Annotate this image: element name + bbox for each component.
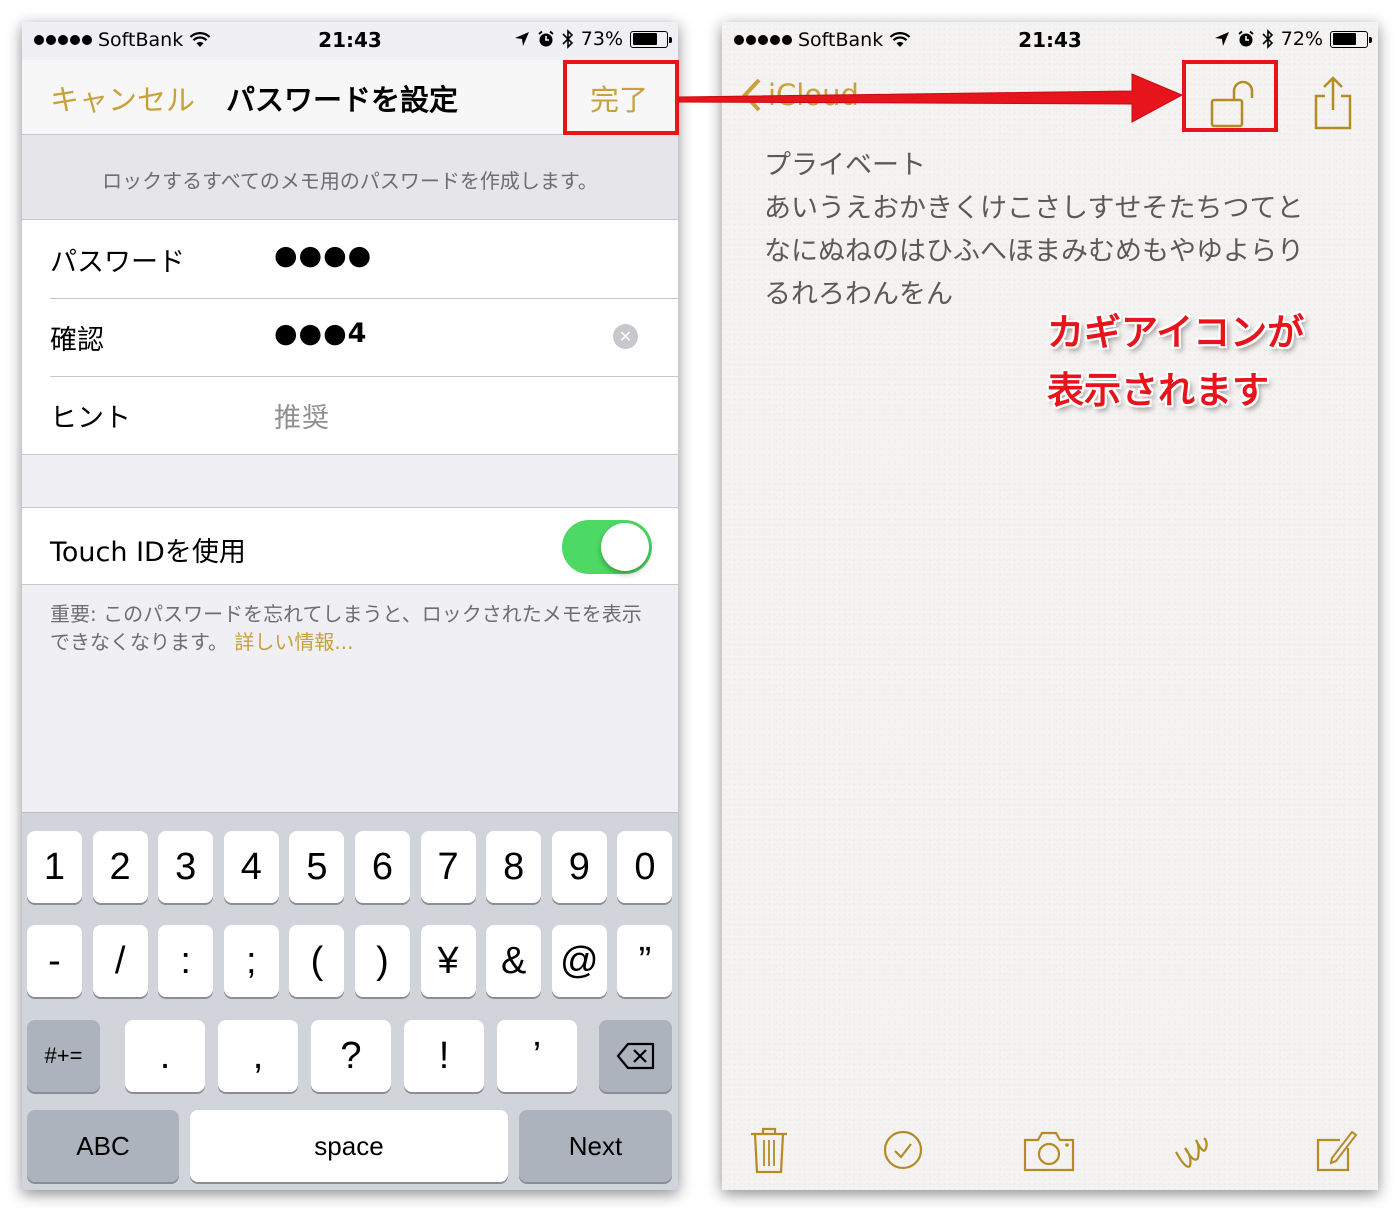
note-screen: SoftBank 21:43 72% iCloud プライベート あいうえおかき…	[722, 22, 1378, 1190]
compose-icon[interactable]	[1312, 1126, 1358, 1174]
warning-note: 重要: このパスワードを忘れてしまうと、ロックされたメモを表示できなくなります。…	[50, 600, 650, 656]
back-button[interactable]: iCloud	[742, 78, 859, 112]
learn-more-link[interactable]: 詳しい情報...	[234, 630, 353, 654]
backspace-icon	[616, 1042, 654, 1070]
bluetooth-icon	[1262, 29, 1273, 49]
symbols-toggle-key[interactable]: #+=	[27, 1020, 100, 1092]
password-field[interactable]: ●●●●	[274, 240, 372, 271]
navigation-bar: iCloud	[722, 60, 1378, 135]
bluetooth-icon	[562, 29, 573, 49]
note-content[interactable]: プライベート あいうえおかきくけこさしすせそたちつてと なにぬねのはひふへほまみ…	[764, 144, 1344, 316]
annotation-callout: カギアイコンが 表示されます	[1047, 304, 1304, 420]
share-icon[interactable]	[1310, 74, 1356, 132]
key-symbol-8[interactable]: @	[551, 925, 607, 997]
alarm-icon	[1238, 30, 1254, 47]
key-6[interactable]: 7	[420, 831, 476, 903]
status-right: 73%	[514, 28, 672, 50]
hint-row[interactable]: ヒント 推奨	[22, 376, 678, 454]
lock-highlight-box	[1182, 60, 1278, 132]
battery-fill	[1332, 33, 1357, 45]
annotation-line-2: 表示されます	[1047, 369, 1269, 412]
trash-icon[interactable]	[746, 1126, 792, 1174]
backspace-key[interactable]	[599, 1020, 672, 1092]
status-right: 72%	[1214, 28, 1372, 50]
key-1[interactable]: 2	[92, 831, 148, 903]
battery-percent: 72%	[1280, 28, 1323, 50]
checklist-icon[interactable]	[880, 1126, 926, 1174]
done-highlight-box	[563, 60, 679, 135]
section-description: ロックするすべてのメモ用のパスワードを作成します。	[22, 135, 678, 220]
hint-label: ヒント	[50, 403, 131, 434]
annotation-line-1: カギアイコンが	[1047, 311, 1305, 354]
verify-field[interactable]: ●●●4	[274, 318, 367, 349]
battery-fill	[632, 33, 657, 45]
verify-label: 確認	[50, 325, 104, 356]
key-symbol-3[interactable]: ;	[223, 925, 279, 997]
location-icon	[514, 32, 529, 46]
space-key[interactable]: space	[190, 1110, 508, 1182]
chevron-left-icon	[742, 78, 761, 112]
key-symbol-2[interactable]: :	[158, 925, 214, 997]
key-2[interactable]: 3	[158, 831, 214, 903]
key-punct-3[interactable]: !	[404, 1020, 484, 1092]
key-punct-0[interactable]: .	[125, 1020, 205, 1092]
toggle-knob	[601, 523, 649, 571]
location-icon	[1214, 32, 1229, 46]
status-bar: SoftBank 21:43 73%	[22, 22, 678, 60]
sketch-icon[interactable]	[1170, 1126, 1216, 1174]
password-form: パスワード ●●●● 確認 ●●●4 ✕ ヒント 推奨	[22, 220, 678, 455]
touch-id-toggle[interactable]	[562, 520, 652, 574]
status-bar: SoftBank 21:43 72%	[722, 22, 1378, 60]
hint-field[interactable]: 推奨	[274, 396, 330, 435]
battery-icon	[630, 30, 672, 48]
password-label: パスワード	[50, 247, 185, 278]
battery-icon	[1330, 30, 1372, 48]
clear-text-icon[interactable]: ✕	[613, 324, 638, 349]
key-9[interactable]: 0	[617, 831, 673, 903]
note-line: あいうえおかきくけこさしすせそたちつてと	[764, 193, 1304, 224]
key-symbol-6[interactable]: ¥	[420, 925, 476, 997]
key-punct-1[interactable]: ,	[218, 1020, 298, 1092]
battery-percent: 73%	[580, 28, 623, 50]
password-row[interactable]: パスワード ●●●●	[22, 220, 678, 298]
note-line: なにぬねのはひふへほまみむめもやゆよらり	[764, 236, 1304, 267]
key-punct-4[interactable]: ’	[497, 1020, 577, 1092]
touch-id-row: Touch IDを使用	[22, 507, 678, 585]
key-symbol-5[interactable]: )	[355, 925, 410, 997]
key-5[interactable]: 6	[355, 831, 410, 903]
key-3[interactable]: 4	[223, 831, 279, 903]
key-symbol-7[interactable]: &	[486, 925, 542, 997]
abc-key[interactable]: ABC	[27, 1110, 179, 1182]
key-0[interactable]: 1	[27, 831, 82, 903]
key-symbol-0[interactable]: -	[27, 925, 82, 997]
key-7[interactable]: 8	[486, 831, 542, 903]
keyboard: 1 2 3 4 5 6 7 8 9 0 - /:;() ¥ & @” #+=.,?!’ ABC space Next	[22, 812, 678, 1190]
touch-id-label: Touch IDを使用	[50, 537, 246, 568]
back-label: iCloud	[768, 78, 859, 112]
key-symbol-9[interactable]: ”	[617, 925, 673, 997]
key-symbol-1[interactable]: /	[92, 925, 148, 997]
key-8[interactable]: 9	[551, 831, 607, 903]
alarm-icon	[538, 30, 554, 47]
key-4[interactable]: 5	[289, 831, 345, 903]
key-symbol-4[interactable]: (	[289, 925, 345, 997]
key-punct-2[interactable]: ?	[311, 1020, 391, 1092]
bottom-toolbar	[722, 1122, 1378, 1182]
note-title: プライベート	[764, 150, 926, 181]
password-setup-screen: SoftBank 21:43 73% キャンセル パスワードを設定 完了 ロック…	[22, 22, 678, 1190]
camera-icon[interactable]	[1022, 1126, 1076, 1174]
verify-row[interactable]: 確認 ●●●4 ✕	[22, 298, 678, 376]
next-key[interactable]: Next	[519, 1110, 672, 1182]
